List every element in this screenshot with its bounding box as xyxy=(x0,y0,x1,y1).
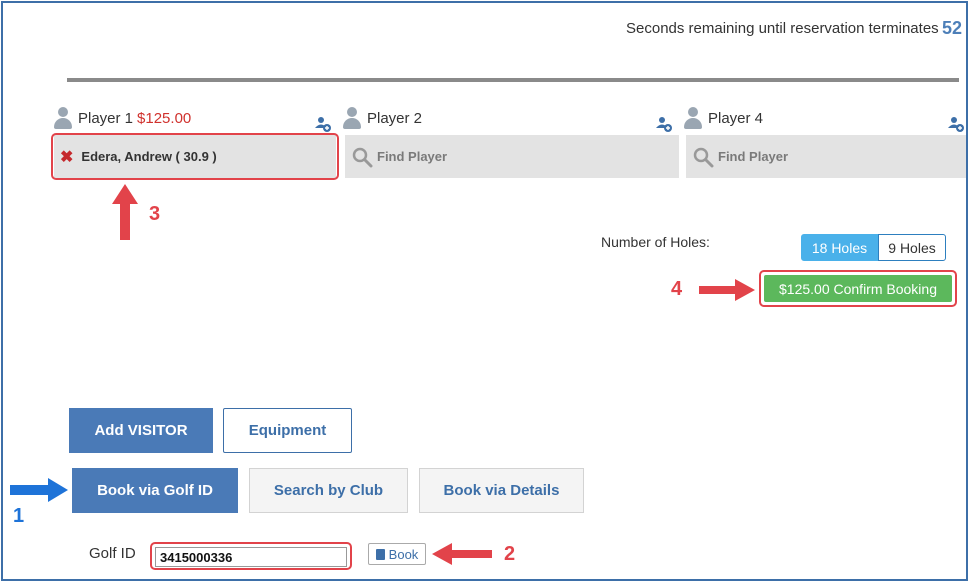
tab-book-via-details[interactable]: Book via Details xyxy=(419,468,584,513)
person-icon xyxy=(343,107,361,129)
search-icon xyxy=(693,147,714,167)
add-player-icon[interactable] xyxy=(315,116,331,132)
player-1-label: Player 1 xyxy=(78,109,134,127)
highlight-box-golf-id xyxy=(150,542,352,570)
tab-search-by-club[interactable]: Search by Club xyxy=(249,468,408,513)
player-1-price: $125.00 xyxy=(137,109,192,127)
book-label: Book xyxy=(388,546,419,562)
tab-book-via-golf-id[interactable]: Book via Golf ID xyxy=(72,468,238,513)
countdown-label: Seconds remaining until reservation term… xyxy=(626,20,939,37)
holes-18-button[interactable]: 18 Holes xyxy=(801,234,878,261)
player-1-header: Player 1 $125.00 xyxy=(54,106,191,130)
add-player-icon[interactable] xyxy=(656,116,672,132)
book-icon xyxy=(375,548,385,560)
person-icon xyxy=(684,107,702,129)
arrow-up-icon xyxy=(112,184,138,240)
equipment-button[interactable]: Equipment xyxy=(223,408,352,453)
book-button[interactable]: Book xyxy=(368,543,426,565)
player-2-header: Player 2 xyxy=(343,106,422,130)
callout-3: 3 xyxy=(149,203,161,225)
callout-4: 4 xyxy=(671,278,683,300)
player-4-label: Player 4 xyxy=(708,109,764,127)
player-2-placeholder: Find Player xyxy=(377,149,448,164)
callout-1: 1 xyxy=(13,505,25,527)
player-4-placeholder: Find Player xyxy=(718,149,789,164)
player-2-slot[interactable]: Find Player xyxy=(345,135,679,178)
arrow-left-icon xyxy=(432,543,492,565)
add-visitor-button[interactable]: Add VISITOR xyxy=(69,408,213,453)
holes-toggle: 18 Holes 9 Holes xyxy=(801,234,946,261)
callout-2: 2 xyxy=(504,543,516,565)
arrow-right-icon xyxy=(10,478,68,502)
highlight-box-4: $125.00 Confirm Booking xyxy=(759,270,957,307)
golf-id-label: Golf ID xyxy=(89,545,136,562)
countdown-value: 52 xyxy=(942,18,963,38)
player-2-label: Player 2 xyxy=(367,109,423,127)
highlight-box-3 xyxy=(51,133,339,180)
golf-id-input[interactable] xyxy=(155,547,347,567)
confirm-booking-button[interactable]: $125.00 Confirm Booking xyxy=(764,275,952,302)
player-4-header: Player 4 xyxy=(684,106,763,130)
progress-divider xyxy=(67,78,959,82)
person-icon xyxy=(54,107,72,129)
player-4-slot[interactable]: Find Player xyxy=(686,135,966,178)
add-player-icon[interactable] xyxy=(948,116,964,132)
holes-9-button[interactable]: 9 Holes xyxy=(878,234,946,261)
holes-label: Number of Holes: xyxy=(601,234,710,250)
arrow-right-icon xyxy=(699,279,755,301)
search-icon xyxy=(352,147,373,167)
